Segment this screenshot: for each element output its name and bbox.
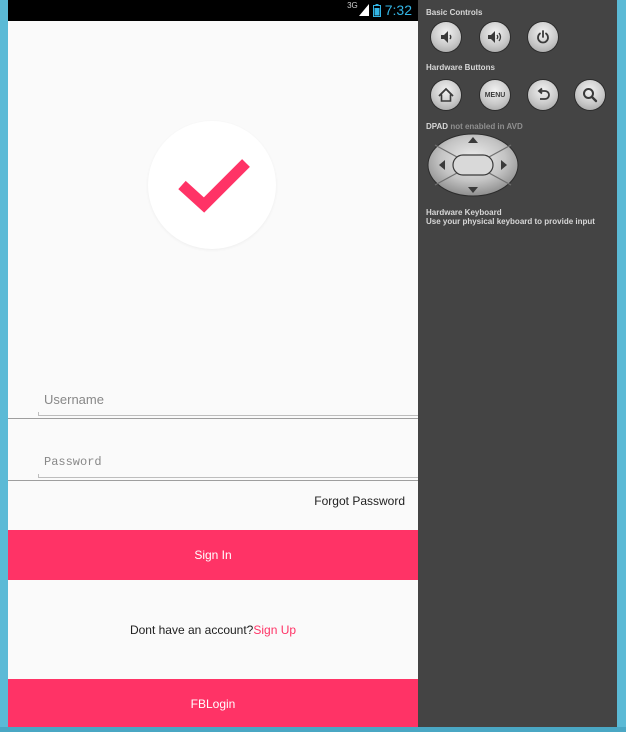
username-field[interactable]: [38, 390, 418, 416]
dpad-label-text: DPAD: [426, 122, 449, 131]
password-field[interactable]: [38, 452, 418, 478]
password-input[interactable]: [38, 453, 418, 471]
checkmark-icon: [178, 159, 250, 213]
sign-up-link[interactable]: Sign Up: [253, 623, 296, 637]
keyboard-label: Hardware Keyboard: [426, 208, 502, 217]
search-icon: [583, 88, 598, 103]
username-underline: [38, 412, 418, 416]
taskbar-strip: [0, 727, 626, 732]
back-button[interactable]: [528, 80, 558, 110]
signup-prompt: Dont have an account?Sign Up: [8, 623, 418, 637]
dpad-status: not enabled in AVD: [450, 122, 523, 131]
emulator-window-frame: [0, 0, 8, 732]
status-bar-indicators: 3G 7:32: [347, 0, 412, 19]
fb-login-button[interactable]: FBLogin: [8, 679, 418, 727]
basic-controls-label: Basic Controls: [426, 8, 483, 17]
password-underline: [38, 474, 418, 478]
sign-in-button[interactable]: Sign In: [8, 530, 418, 580]
battery-icon: [372, 3, 381, 17]
home-button[interactable]: [431, 80, 461, 110]
clock-time: 7:32: [384, 2, 412, 18]
menu-button-label: MENU: [484, 91, 506, 99]
hardware-buttons-label: Hardware Buttons: [426, 63, 495, 72]
search-button[interactable]: [575, 80, 605, 110]
emulator-controls-panel: Basic Controls Hardware Buttons MENU DPA…: [418, 0, 617, 727]
volume-down-icon: [441, 31, 452, 43]
dpad-control[interactable]: [427, 133, 519, 197]
volume-up-button[interactable]: [480, 22, 510, 52]
volume-down-button[interactable]: [431, 22, 461, 52]
form-divider: [8, 480, 418, 481]
menu-button[interactable]: MENU: [480, 80, 510, 110]
signal-icon: [358, 4, 369, 16]
device-screen: 3G 7:32 Forgot Password Sign In Dont hav…: [8, 0, 418, 727]
network-type-label: 3G: [347, 0, 358, 10]
keyboard-hint: Use your physical keyboard to provide in…: [426, 217, 595, 226]
form-divider: [8, 418, 418, 419]
dpad-label: DPAD not enabled in AVD: [426, 122, 523, 131]
username-input[interactable]: [38, 390, 418, 408]
no-account-text: Dont have an account?: [129, 623, 254, 637]
home-icon: [438, 87, 454, 102]
app-logo: [148, 121, 276, 249]
volume-up-icon: [488, 31, 502, 43]
back-icon: [537, 87, 550, 100]
forgot-password-link[interactable]: Forgot Password: [314, 494, 405, 508]
status-bar: 3G 7:32: [8, 0, 418, 21]
power-icon: [537, 30, 549, 44]
emulator-window-frame: [617, 0, 626, 727]
power-button[interactable]: [528, 22, 558, 52]
